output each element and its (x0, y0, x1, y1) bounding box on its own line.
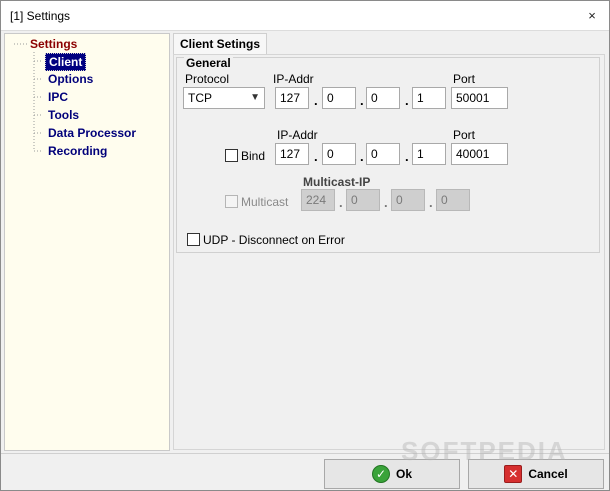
tree-item-data-processor[interactable]: Data Processor (45, 125, 139, 141)
ip-octet-4-input[interactable]: 1 (412, 87, 446, 109)
cancel-button-label: Cancel (528, 467, 568, 481)
tab-client-settings[interactable]: Client Setings (173, 33, 268, 55)
multicast-ip-octet-3-input[interactable]: 0 (391, 189, 425, 211)
bind-ip-octet-2-input[interactable]: 0 (322, 143, 356, 165)
ip-dot: . (429, 195, 433, 210)
tree-item-recording[interactable]: Recording (45, 143, 110, 159)
general-group-label: General (184, 56, 233, 70)
bind-port-label: Port (453, 128, 476, 142)
close-icon[interactable]: × (585, 9, 599, 23)
udp-disconnect-label[interactable]: UDP - Disconnect on Error (203, 233, 345, 247)
protocol-select[interactable]: TCP ▼ (183, 87, 265, 109)
settings-window: [1] Settings × Settings Client Options I… (0, 0, 610, 491)
content-area: Client Setings General Protocol TCP ▼ IP… (171, 33, 607, 451)
title-bar: [1] Settings × (1, 1, 609, 31)
ip-dot: . (360, 149, 364, 164)
ip-dot: . (360, 93, 364, 108)
ip-dot: . (314, 93, 318, 108)
chevron-down-icon: ▼ (250, 92, 260, 103)
port-input[interactable]: 50001 (451, 87, 508, 109)
settings-tree: Settings Client Options IPC Tools Data P… (4, 33, 170, 451)
tree-item-client[interactable]: Client (45, 53, 87, 71)
tree-item-ipc[interactable]: IPC (45, 89, 71, 105)
multicast-checkbox[interactable] (225, 195, 238, 208)
ip-dot: . (339, 195, 343, 210)
ip-dot: . (314, 149, 318, 164)
ip-octet-1-input[interactable]: 127 (275, 87, 309, 109)
tree-item-tools[interactable]: Tools (45, 107, 82, 123)
protocol-value: TCP (188, 91, 212, 105)
ip-dot: . (405, 93, 409, 108)
udp-disconnect-checkbox[interactable] (187, 233, 200, 246)
softpedia-watermark: SOFTPEDIA (401, 436, 568, 466)
ok-button-label: Ok (395, 467, 412, 481)
protocol-label: Protocol (185, 72, 230, 86)
ip-octet-3-input[interactable]: 0 (366, 87, 400, 109)
bind-checkbox-label[interactable]: Bind (241, 149, 265, 163)
ip-dot: . (384, 195, 388, 210)
client-settings-panel: General Protocol TCP ▼ IP-Addr 127 . 0 .… (173, 54, 605, 450)
port-label: Port (453, 72, 476, 86)
bind-ip-octet-1-input[interactable]: 127 (275, 143, 309, 165)
multicast-ip-octet-2-input[interactable]: 0 (346, 189, 380, 211)
cancel-x-icon: ✕ (504, 465, 523, 483)
multicast-ip-octet-1-input[interactable]: 224 (301, 189, 335, 211)
ip-octet-2-input[interactable]: 0 (322, 87, 356, 109)
general-groupbox: General Protocol TCP ▼ IP-Addr 127 . 0 .… (176, 56, 600, 253)
ip-addr-label: IP-Addr (273, 72, 314, 86)
multicast-checkbox-label[interactable]: Multicast (241, 195, 288, 209)
tree-root-settings[interactable]: Settings (30, 37, 77, 51)
multicast-ip-octet-4-input[interactable]: 0 (436, 189, 470, 211)
window-title: [1] Settings (10, 9, 71, 23)
bind-checkbox[interactable] (225, 149, 238, 162)
ip-dot: . (405, 149, 409, 164)
multicast-ip-label: Multicast-IP (303, 175, 371, 189)
bind-port-input[interactable]: 40001 (451, 143, 508, 165)
bind-ip-octet-4-input[interactable]: 1 (412, 143, 446, 165)
bind-ip-addr-label: IP-Addr (277, 128, 318, 142)
tree-item-options[interactable]: Options (45, 71, 96, 87)
bind-ip-octet-3-input[interactable]: 0 (366, 143, 400, 165)
checkmark-icon: ✓ (371, 465, 390, 483)
